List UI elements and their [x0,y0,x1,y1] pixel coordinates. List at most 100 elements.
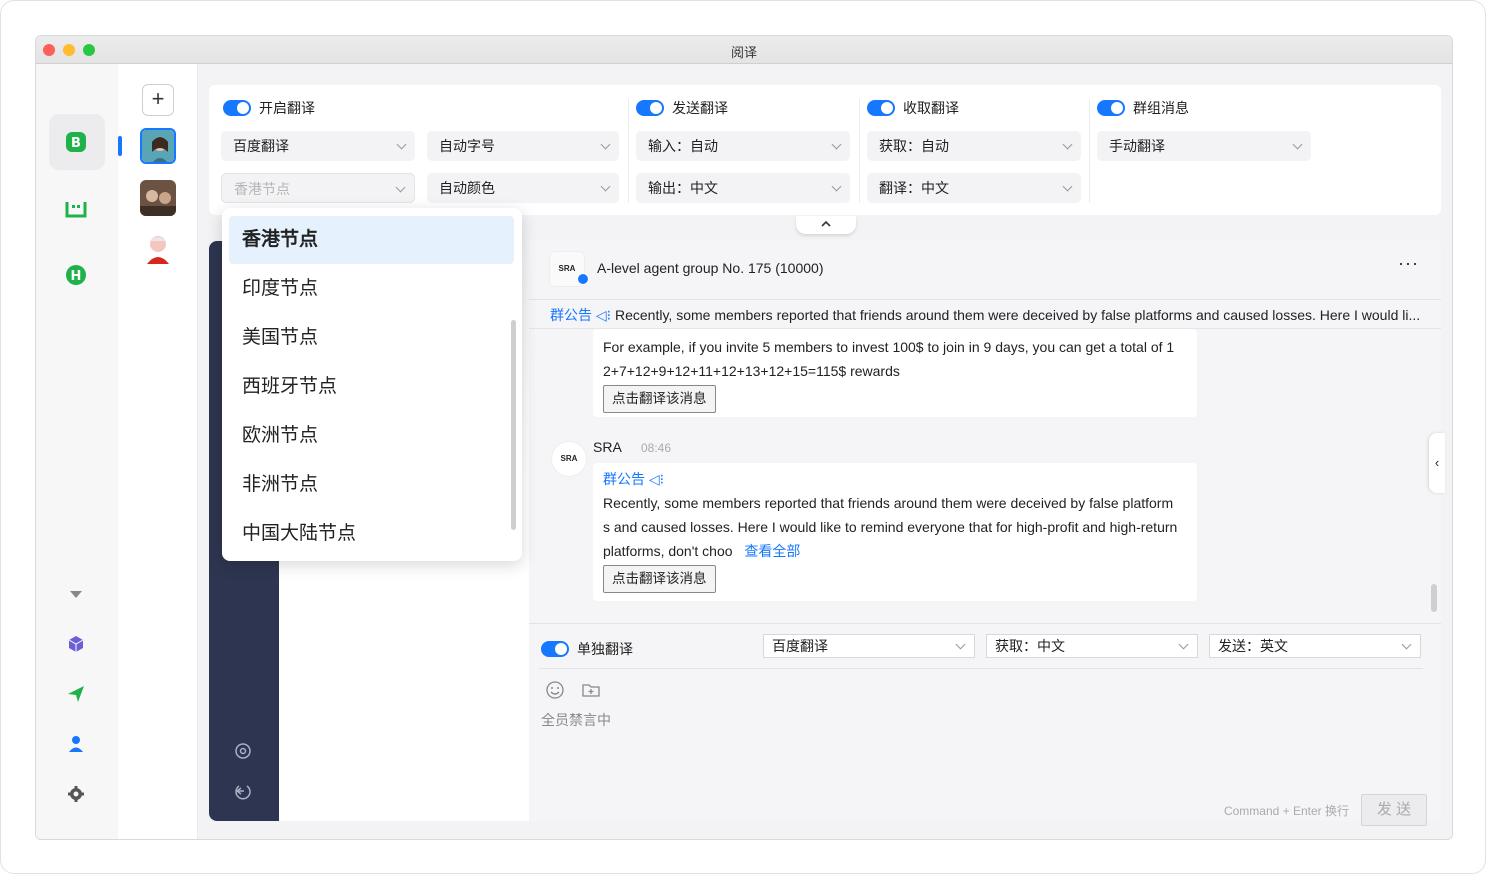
enable-translate-toggle[interactable] [223,100,251,116]
group-notice-text: Recently, some members reported that fri… [615,307,1421,323]
screenshot-frame: 阅译 B H + 开启翻译 百度翻译 自动字号 香港节点 自动颜色 发送翻译 输… [0,0,1486,874]
chevron-down-icon [1401,639,1412,650]
expand-triangle-icon[interactable] [58,576,94,612]
composer-send-lang-select[interactable]: 发送：英文 [1209,634,1421,658]
font-size-select[interactable]: 自动字号 [427,131,619,161]
send-plane-icon[interactable] [58,676,94,712]
receive-translate-toggle[interactable] [867,100,895,116]
emoji-icon[interactable] [545,680,565,705]
account-avatar-1[interactable] [140,128,176,164]
enable-translate-section: 开启翻译 [223,97,315,119]
group-mode-select[interactable]: 手动翻译 [1097,131,1311,161]
engine-select-value: 百度翻译 [233,138,289,154]
chevron-down-icon [1062,181,1073,192]
chevron-down-icon [600,139,611,150]
chevron-down-icon [1178,639,1189,650]
chat-panel: SRA A-level agent group No. 175 (10000) … [529,241,1445,826]
single-translate-label: 单独翻译 [577,641,633,657]
whatsapp-business-icon[interactable]: B [58,124,94,160]
view-all-link[interactable]: 查看全部 [744,543,800,559]
node-option[interactable]: 香港节点 [229,216,514,264]
window-title: 阅译 [730,45,757,60]
node-select[interactable]: 香港节点 [221,173,415,203]
column-divider [628,99,629,203]
cube-icon[interactable] [58,626,94,662]
group-notice-bar[interactable]: 群公告 ◁⁝ Recently, some members reported t… [529,299,1441,329]
composer-divider [539,668,1423,669]
group-messages-toggle[interactable] [1097,100,1125,116]
message-line: Recently, some members reported that fri… [603,495,1174,511]
muted-status-text: 全员禁言中 [541,712,611,728]
column-divider [1089,99,1090,203]
hello-app-icon[interactable]: H [58,257,94,293]
color-select-value: 自动颜色 [439,180,495,196]
chevron-down-icon [1292,139,1303,150]
group-mode-value: 手动翻译 [1109,138,1165,154]
composer-engine-select[interactable]: 百度翻译 [763,634,975,658]
group-messages-label: 群组消息 [1133,100,1189,116]
translation-settings-panel: 开启翻译 百度翻译 自动字号 香港节点 自动颜色 发送翻译 输入：自动 输出：中… [209,85,1441,215]
logout-icon[interactable] [233,781,253,806]
send-translate-toggle[interactable] [636,100,664,116]
active-account-indicator [118,136,122,156]
account-avatar-2[interactable] [140,180,176,216]
svg-text:B: B [71,136,81,151]
receive-translate-value: 翻译：中文 [879,180,949,196]
chat-header: SRA A-level agent group No. 175 (10000) … [529,241,1441,295]
node-option[interactable]: 非洲节点 [229,461,514,509]
send-output-select[interactable]: 输出：中文 [636,173,850,203]
node-option[interactable]: 美国节点 [229,314,514,362]
send-input-select[interactable]: 输入：自动 [636,131,850,161]
node-option[interactable]: 欧洲节点 [229,412,514,460]
settings-icon[interactable] [233,741,253,766]
folder-icon[interactable] [581,680,601,705]
color-select[interactable]: 自动颜色 [427,173,619,203]
user-profile-icon[interactable] [58,726,94,762]
collapse-settings-button[interactable] [796,216,856,234]
send-button[interactable]: 发 送 [1361,794,1427,826]
message-line: 2+7+12+9+12+11+12+13+12+15=115$ rewards [603,363,900,379]
sender-name: SRA [593,439,622,455]
send-translate-section: 发送翻译 [636,97,728,119]
sender-avatar[interactable]: SRA [551,441,587,477]
message-line: For example, if you invite 5 members to … [603,339,1175,355]
title-bar: 阅译 [36,36,1452,64]
send-input-value: 输入：自动 [648,138,718,154]
message-bubble: For example, if you invite 5 members to … [593,329,1197,417]
settings-gear-icon[interactable] [58,776,94,812]
chevron-down-icon [831,181,842,192]
composer: 单独翻译 百度翻译 获取：中文 发送：英文 全员禁言中 Command + En… [529,623,1441,826]
translate-message-button[interactable]: 点击翻译该消息 [603,385,716,413]
translate-message-button[interactable]: 点击翻译该消息 [603,565,716,593]
message-line: s and caused losses. Here I would like t… [603,519,1178,535]
engine-select[interactable]: 百度翻译 [221,131,415,161]
speaker-icon: ◁⁝ [595,307,612,323]
account-list: + [118,64,198,839]
composer-fetch-select[interactable]: 获取：中文 [986,634,1198,658]
single-translate-toggle[interactable] [541,641,569,657]
node-option[interactable]: 中国大陆节点 [229,510,514,558]
more-options-button[interactable]: ··· [1398,253,1419,274]
speaker-icon: ◁⁝ [648,471,665,487]
account-avatar-3[interactable] [140,230,176,266]
add-account-button[interactable]: + [142,84,174,116]
svg-text:H: H [71,269,82,284]
line-app-icon[interactable] [58,191,94,227]
node-option[interactable]: 印度节点 [229,265,514,313]
dropdown-scrollbar[interactable] [511,320,516,530]
composer-send-lang-value: 发送：英文 [1218,638,1288,654]
column-divider [859,99,860,203]
expand-side-panel-button[interactable]: ‹ [1429,433,1445,493]
receive-translate-select[interactable]: 翻译：中文 [867,173,1081,203]
chevron-down-icon [395,182,406,193]
chat-scrollbar[interactable] [1431,584,1437,612]
receive-fetch-select[interactable]: 获取：自动 [867,131,1081,161]
verified-badge-icon [577,273,589,285]
composer-fetch-value: 获取：中文 [995,638,1065,654]
font-size-select-value: 自动字号 [439,138,495,154]
node-dropdown: 香港节点 印度节点 美国节点 西班牙节点 欧洲节点 非洲节点 中国大陆节点 [222,208,522,561]
chevron-down-icon [831,139,842,150]
node-option[interactable]: 西班牙节点 [229,363,514,411]
chevron-down-icon [396,139,407,150]
receive-fetch-value: 获取：自动 [879,138,949,154]
